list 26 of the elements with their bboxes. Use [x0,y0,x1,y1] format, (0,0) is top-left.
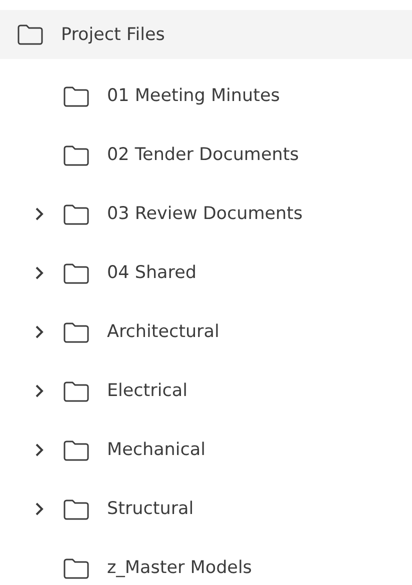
folder-icon [63,322,89,342]
chevron-icon[interactable] [35,266,44,280]
folder-icon [63,144,89,166]
chevron-icon[interactable] [35,325,44,339]
chevron-icon[interactable] [35,207,44,221]
tree-item[interactable]: 03 Review Documents [0,197,412,231]
tree-item[interactable]: 01 Meeting Minutes [0,79,412,113]
folder-icon [63,262,89,284]
folder-icon [63,440,89,460]
tree-item[interactable]: Mechanical [0,433,412,467]
chevron-icon[interactable] [35,502,44,516]
folder-icon [63,380,89,402]
tree-item[interactable]: 02 Tender Documents [0,138,412,172]
tree-item[interactable]: 04 Shared [0,256,412,290]
folder-icon [63,204,89,224]
chevron-icon[interactable] [35,384,44,398]
tree-item[interactable]: Structural [0,492,412,526]
tree-item[interactable]: Electrical [0,374,412,408]
chevron-icon[interactable] [35,443,44,457]
tree-item[interactable]: z_Master Models [0,551,412,585]
tree-item[interactable]: Project Files [0,10,412,59]
folder-icon [63,498,89,520]
folder-icon [17,24,43,45]
folder-icon [63,558,89,578]
tree-item[interactable]: Architectural [0,315,412,349]
folder-icon [63,86,89,106]
